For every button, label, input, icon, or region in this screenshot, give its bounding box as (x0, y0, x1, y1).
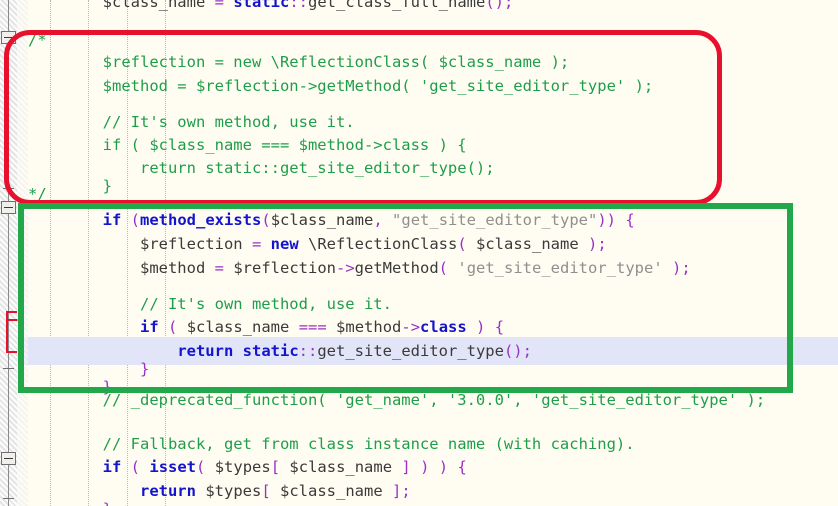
annotation-layer (0, 0, 838, 506)
annotation-green-box (18, 203, 793, 393)
annotation-red-box (4, 30, 722, 205)
editor-window: $class_name = static::get_class_full_nam… (0, 0, 838, 506)
